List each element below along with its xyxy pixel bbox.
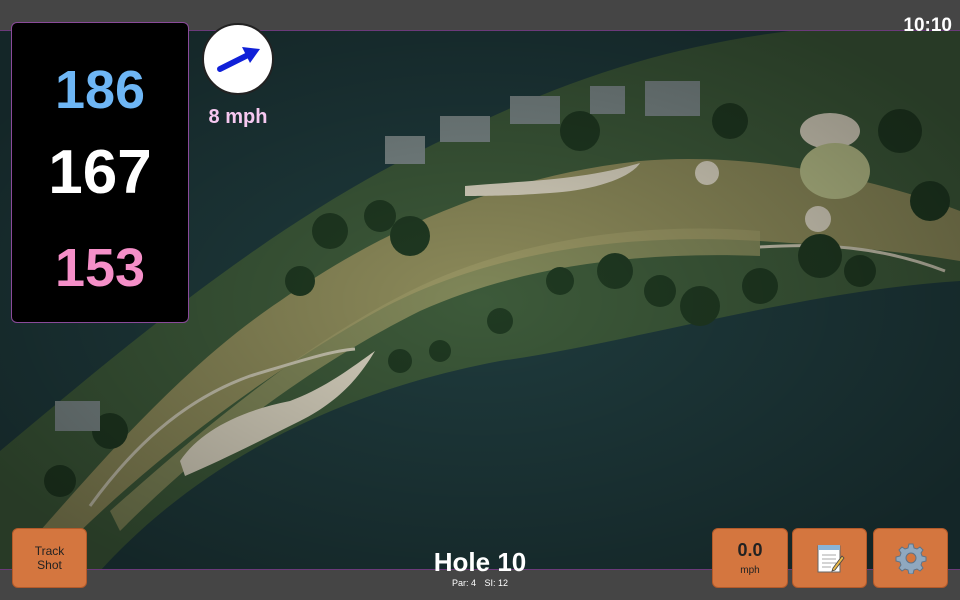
distance-middle: 167 [48, 138, 152, 207]
wind-indicator [202, 23, 274, 95]
distance-panel: 186 167 153 [11, 22, 189, 323]
wind-speed: 8 mph [208, 106, 268, 128]
hole-title: Hole 10 [433, 547, 527, 577]
notepad-icon [817, 545, 845, 573]
track-shot-button[interactable]: Track Shot [12, 528, 87, 588]
distance-front: 153 [54, 238, 146, 298]
track-shot-label-1: Track [34, 544, 65, 558]
hole-si: SI: 12 [484, 578, 509, 588]
distance-back: 186 [54, 60, 146, 120]
notes-button[interactable] [792, 528, 867, 588]
clock: 10:10 [903, 15, 952, 36]
hole-info: Par: 4 SI: 12 [380, 578, 580, 588]
speed-button[interactable]: 0.0 mph [712, 528, 788, 588]
settings-button[interactable] [873, 528, 948, 588]
gear-icon [895, 543, 926, 574]
hole-par: Par: 4 [451, 578, 476, 588]
speed-unit: mph [740, 565, 760, 576]
speed-value: 0.0 [737, 540, 763, 560]
track-shot-label-2: Shot [37, 558, 62, 572]
arrow-icon [217, 47, 260, 72]
